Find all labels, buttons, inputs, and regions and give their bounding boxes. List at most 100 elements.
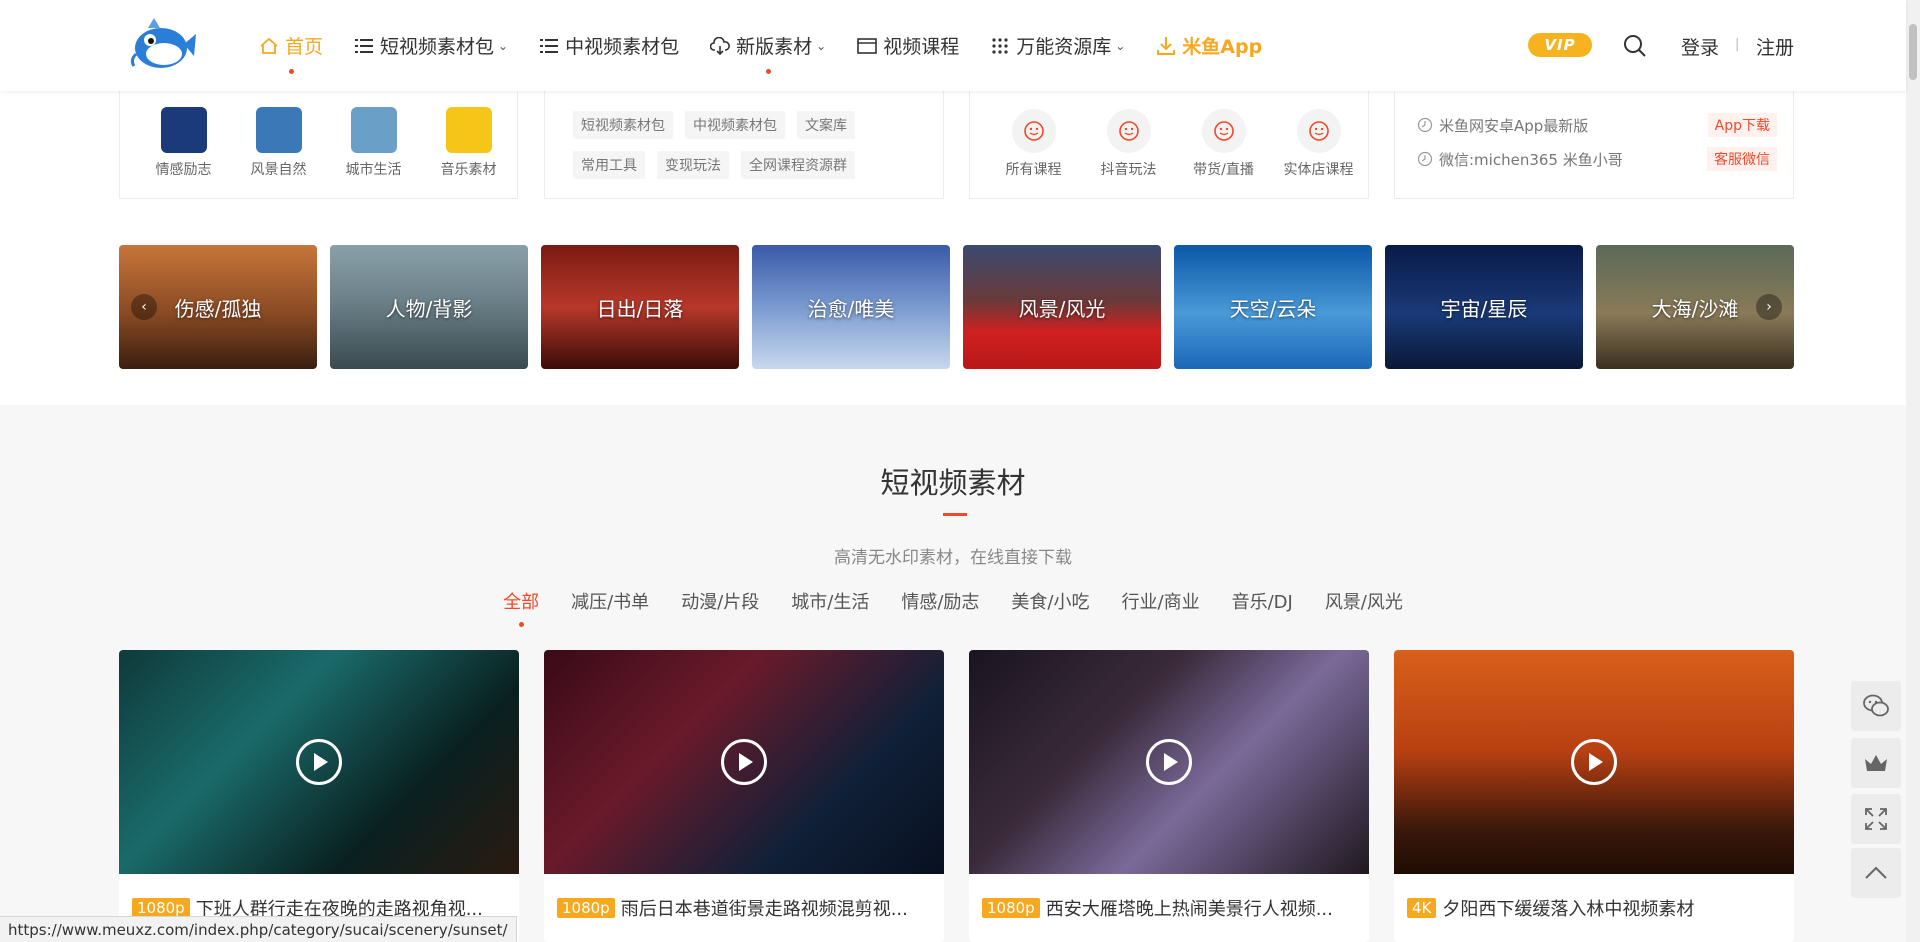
filter-tab[interactable]: 情感/励志 bbox=[901, 588, 979, 614]
category-shortcut[interactable]: 城市生活 bbox=[326, 107, 421, 179]
filter-tab[interactable]: 城市/生活 bbox=[791, 588, 869, 614]
nav-item-label: 米鱼App bbox=[1182, 36, 1263, 58]
download-icon bbox=[1155, 35, 1177, 57]
banner-label: 大海/沙滩 bbox=[1651, 296, 1739, 321]
nav-item-4[interactable]: 视频课程 bbox=[856, 0, 959, 91]
course-shortcut[interactable]: 带货/直播 bbox=[1176, 109, 1271, 179]
play-icon[interactable] bbox=[721, 739, 767, 785]
filter-tab[interactable]: 风景/风光 bbox=[1325, 588, 1403, 614]
search-icon[interactable] bbox=[1622, 33, 1648, 59]
nav-item-6[interactable]: 米鱼App bbox=[1155, 0, 1262, 91]
video-card[interactable]: 1080p 雨后日本巷道街景走路视频混剪视... bbox=[544, 650, 944, 942]
category-thumbnail bbox=[160, 107, 207, 153]
video-card[interactable]: 1080p 西安大雁塔晚上热闹美景行人视频... bbox=[969, 650, 1369, 942]
filter-tabs: 全部 减压/书单 动漫/片段 城市/生活 情感/励志 美食/小吃 行业/商业 音乐/DJ 风景/… bbox=[0, 588, 1906, 627]
status-bar-url: https://www.meuxz.com/index.php/category… bbox=[0, 916, 517, 942]
video-meta: 4K 夕阳西下缓缓落入林中视频素材 bbox=[1407, 895, 1787, 921]
category-banner[interactable]: 天空/云朵 bbox=[1174, 245, 1372, 369]
nav-item-3[interactable]: 新版素材 ⌄ bbox=[709, 0, 826, 91]
category-shortcut[interactable]: 音乐素材 bbox=[421, 107, 516, 179]
wechat-icon[interactable] bbox=[1851, 681, 1901, 731]
info-panel: 米鱼网安卓App最新版 App下载 微信:michen365 米鱼小哥 客服微信 bbox=[1394, 91, 1794, 199]
video-thumbnail[interactable] bbox=[544, 650, 944, 874]
filter-tab[interactable]: 行业/商业 bbox=[1122, 588, 1200, 614]
filter-tab[interactable]: 减压/书单 bbox=[571, 588, 649, 614]
filter-tab[interactable]: 音乐/DJ bbox=[1232, 588, 1293, 614]
course-label: 抖音玩法 bbox=[1100, 162, 1157, 178]
video-thumbnail[interactable] bbox=[119, 650, 519, 874]
main-nav: 首页 短视频素材包 ⌄ 中视频素材包 新版素材 ⌄ 视频课程 万能资源库 ⌄ 米鱼App bbox=[258, 0, 1292, 91]
category-banner[interactable]: 日出/日落 bbox=[541, 245, 739, 369]
info-text[interactable]: 微信:michen365 米鱼小哥 bbox=[1439, 149, 1623, 170]
category-shortcut[interactable]: 风景自然 bbox=[231, 107, 326, 179]
resolution-badge: 1080p bbox=[982, 898, 1040, 918]
video-title[interactable]: 夕阳西下缓缓落入林中视频素材 bbox=[1442, 895, 1694, 921]
carousel-prev-arrow[interactable]: ‹ bbox=[131, 294, 157, 320]
vip-badge[interactable]: VIP bbox=[1528, 33, 1592, 57]
video-card[interactable]: 4K 夕阳西下缓缓落入林中视频素材 bbox=[1394, 650, 1794, 942]
quick-access-area: 情感励志 风景自然 城市生活 音乐素材 短视频素材包 中视频素材包 文案库常用工具 变现玩法… bbox=[0, 91, 1906, 405]
list-icon bbox=[538, 35, 560, 57]
register-link[interactable]: 注册 bbox=[1756, 33, 1794, 60]
nav-item-2[interactable]: 中视频素材包 bbox=[538, 0, 679, 91]
info-text[interactable]: 米鱼网安卓App最新版 bbox=[1439, 115, 1588, 136]
resource-tag[interactable]: 中视频素材包 bbox=[685, 111, 785, 139]
video-title[interactable]: 雨后日本巷道街景走路视频混剪视... bbox=[621, 895, 908, 921]
video-thumbnail[interactable] bbox=[1394, 650, 1794, 874]
page-scrollbar[interactable] bbox=[1906, 0, 1920, 942]
play-icon[interactable] bbox=[1146, 739, 1192, 785]
chevron-down-icon: ⌄ bbox=[1115, 38, 1126, 53]
category-banner[interactable]: 风景/风光 bbox=[963, 245, 1161, 369]
back-to-top-icon[interactable] bbox=[1851, 848, 1901, 898]
play-icon[interactable] bbox=[1571, 739, 1617, 785]
fullscreen-icon[interactable] bbox=[1851, 794, 1901, 844]
banner-label: 风景/风光 bbox=[1018, 296, 1106, 321]
nav-item-label: 中视频素材包 bbox=[565, 36, 680, 58]
category-banner[interactable]: 治愈/唯美 bbox=[752, 245, 950, 369]
category-banner[interactable]: 宇宙/星辰 bbox=[1385, 245, 1583, 369]
site-logo[interactable] bbox=[128, 14, 198, 72]
resolution-badge: 1080p bbox=[132, 898, 190, 918]
nav-item-1[interactable]: 短视频素材包 ⌄ bbox=[353, 0, 508, 91]
category-shortcut[interactable]: 情感励志 bbox=[136, 107, 231, 179]
category-thumbnail bbox=[350, 107, 397, 153]
resource-tag[interactable]: 全网课程资源群 bbox=[741, 151, 855, 179]
video-thumbnail[interactable] bbox=[969, 650, 1369, 874]
course-shortcut[interactable]: 抖音玩法 bbox=[1081, 109, 1176, 179]
resource-tag[interactable]: 变现玩法 bbox=[657, 151, 729, 179]
filter-tab[interactable]: 动漫/片段 bbox=[681, 588, 759, 614]
nav-item-0[interactable]: 首页 bbox=[258, 0, 323, 91]
resolution-badge: 1080p bbox=[557, 898, 615, 918]
filter-tab[interactable]: 全部 bbox=[503, 588, 539, 627]
nav-item-label: 万能资源库 bbox=[1016, 36, 1112, 58]
course-shortcut[interactable]: 所有课程 bbox=[986, 109, 1081, 179]
category-panel: 情感励志 风景自然 城市生活 音乐素材 bbox=[119, 91, 518, 199]
service-wechat-button[interactable]: 客服微信 bbox=[1707, 147, 1777, 171]
resource-tag[interactable]: 常用工具 bbox=[573, 151, 645, 179]
info-row-wechat: 微信:michen365 米鱼小哥 客服微信 bbox=[1417, 147, 1777, 171]
info-row-app: 米鱼网安卓App最新版 App下载 bbox=[1417, 113, 1777, 137]
nav-item-label: 视频课程 bbox=[883, 36, 960, 58]
home-icon bbox=[258, 35, 280, 57]
login-link[interactable]: 登录 bbox=[1681, 33, 1719, 60]
cloud-icon bbox=[709, 35, 731, 57]
nav-item-5[interactable]: 万能资源库 ⌄ bbox=[989, 0, 1125, 91]
category-banner[interactable]: 人物/背影 bbox=[330, 245, 528, 369]
video-card[interactable]: 1080p 下班人群行走在夜晚的走路视角视... bbox=[119, 650, 519, 942]
course-shortcut[interactable]: 实体店课程 bbox=[1271, 109, 1366, 179]
resource-tag[interactable]: 文案库 bbox=[797, 111, 855, 139]
play-icon[interactable] bbox=[296, 739, 342, 785]
crown-icon[interactable] bbox=[1851, 738, 1901, 788]
filter-tab[interactable]: 美食/小吃 bbox=[1011, 588, 1089, 614]
scrollbar-thumb[interactable] bbox=[1909, 24, 1917, 80]
video-title[interactable]: 西安大雁塔晚上热闹美景行人视频... bbox=[1046, 895, 1333, 921]
resource-tag[interactable]: 短视频素材包 bbox=[573, 111, 673, 139]
smiley-icon bbox=[1201, 109, 1246, 153]
carousel-next-arrow[interactable]: › bbox=[1756, 294, 1782, 320]
resolution-badge: 4K bbox=[1407, 898, 1437, 918]
category-label: 情感励志 bbox=[155, 162, 212, 178]
app-download-button[interactable]: App下载 bbox=[1707, 113, 1777, 137]
list-icon bbox=[353, 35, 375, 57]
active-dot bbox=[288, 69, 294, 74]
category-thumbnail bbox=[445, 107, 492, 153]
